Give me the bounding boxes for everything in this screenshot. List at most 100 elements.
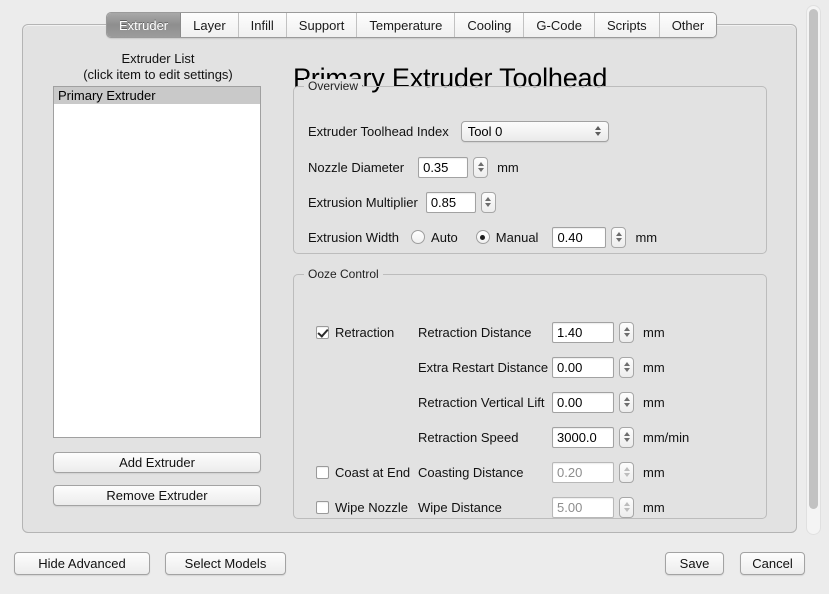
remove-extruder-label: Remove Extruder (106, 488, 208, 503)
wipe-nozzle-label: Wipe Nozzle (335, 499, 408, 515)
ooze-control-group: Ooze Control Retraction Retraction Dista… (293, 267, 767, 519)
tab-layer-label: Layer (193, 17, 226, 33)
list-item-label: Primary Extruder (58, 88, 156, 103)
extrusion-width-manual-radio[interactable] (475, 230, 490, 244)
hide-advanced-label: Hide Advanced (38, 556, 126, 571)
coast-at-end-checkbox[interactable] (316, 465, 329, 479)
coasting-distance-input[interactable]: 0.20 (552, 461, 614, 483)
extrusion-multiplier-stepper[interactable] (480, 191, 496, 213)
nozzle-diameter-label: Nozzle Diameter (308, 159, 405, 175)
add-extruder-button[interactable]: Add Extruder (53, 452, 261, 473)
save-button[interactable]: Save (665, 552, 724, 575)
retraction-speed-label: Retraction Speed (418, 429, 519, 445)
retraction-distance-stepper[interactable] (619, 321, 634, 343)
scrollbar-thumb[interactable] (809, 9, 818, 509)
nozzle-diameter-input[interactable]: 0.35 (418, 156, 469, 178)
extrusion-width-input[interactable]: 0.40 (552, 226, 607, 248)
toolhead-index-row: Extruder Toolhead Index Tool 0 (308, 120, 609, 142)
tab-gcode-label: G-Code (536, 17, 582, 33)
vertical-lift-label: Retraction Vertical Lift (418, 394, 545, 410)
retraction-distance-unit: mm (643, 324, 665, 340)
vertical-lift-stepper[interactable] (619, 391, 634, 413)
extrusion-width-stepper[interactable] (611, 226, 627, 248)
toolhead-index-value: Tool 0 (467, 123, 503, 139)
overview-group: Overview Extruder Toolhead Index Tool 0 … (293, 79, 767, 254)
tab-other[interactable]: Other (659, 13, 717, 37)
wipe-distance-row: Wipe Distance 5.00 mm (418, 496, 665, 518)
retraction-checkbox[interactable] (316, 325, 329, 339)
wipe-distance-input[interactable]: 5.00 (552, 496, 614, 518)
tab-other-label: Other (671, 17, 705, 33)
extrusion-width-unit: mm (635, 229, 658, 245)
cancel-button[interactable]: Cancel (740, 552, 805, 575)
tab-bar: Extruder Layer Infill Support Temperatur… (106, 12, 718, 38)
wipe-nozzle-checkbox[interactable] (316, 500, 329, 514)
overview-group-label: Overview (304, 79, 363, 93)
settings-panel: Extruder List (click item to edit settin… (22, 24, 797, 533)
add-extruder-label: Add Extruder (119, 455, 195, 470)
retraction-label: Retraction (335, 324, 395, 340)
coasting-distance-stepper[interactable] (619, 461, 634, 483)
select-models-label: Select Models (184, 556, 267, 571)
coast-at-end-label: Coast at End (335, 464, 411, 480)
remove-extruder-button[interactable]: Remove Extruder (53, 485, 261, 506)
extruder-list[interactable]: Primary Extruder (53, 86, 261, 438)
extrusion-width-auto-label: Auto (431, 229, 458, 245)
save-label: Save (679, 556, 710, 571)
tab-temperature[interactable]: Temperature (357, 13, 456, 37)
coasting-distance-label: Coasting Distance (418, 464, 524, 480)
retraction-speed-unit: mm/min (643, 429, 690, 445)
extra-restart-unit: mm (643, 359, 665, 375)
retraction-speed-row: Retraction Speed 3000.0 mm/min (418, 426, 689, 448)
nozzle-diameter-row: Nozzle Diameter 0.35 mm (308, 156, 519, 178)
tab-scripts[interactable]: Scripts (594, 13, 660, 37)
extruder-list-hint: (click item to edit settings) (83, 67, 233, 82)
extra-restart-row: Extra Restart Distance 0.00 mm (418, 356, 665, 378)
tab-gcode[interactable]: G-Code (524, 13, 595, 37)
toolhead-index-select[interactable]: Tool 0 (460, 120, 609, 142)
extrusion-multiplier-input[interactable]: 0.85 (425, 191, 476, 213)
tab-temperature-label: Temperature (369, 17, 443, 33)
hide-advanced-button[interactable]: Hide Advanced (14, 552, 150, 575)
extrusion-width-auto-radio[interactable] (411, 230, 426, 244)
list-item[interactable]: Primary Extruder (54, 87, 260, 104)
coast-at-end-row: Coast at End (316, 461, 410, 483)
tab-support[interactable]: Support (286, 13, 358, 37)
tab-extruder[interactable]: Extruder (107, 13, 182, 37)
wipe-distance-label: Wipe Distance (418, 499, 502, 515)
vertical-scrollbar[interactable] (806, 5, 821, 535)
tab-support-label: Support (298, 17, 345, 33)
tab-cooling[interactable]: Cooling (455, 13, 525, 37)
extrusion-width-label: Extrusion Width (308, 229, 400, 245)
extrusion-width-manual-label: Manual (495, 229, 539, 245)
vertical-lift-row: Retraction Vertical Lift 0.00 mm (418, 391, 665, 413)
vertical-lift-unit: mm (643, 394, 665, 410)
tab-extruder-label: Extruder (119, 17, 169, 33)
coasting-distance-row: Coasting Distance 0.20 mm (418, 461, 665, 483)
retraction-speed-input[interactable]: 3000.0 (552, 426, 614, 448)
extra-restart-stepper[interactable] (619, 356, 634, 378)
nozzle-diameter-stepper[interactable] (473, 156, 489, 178)
extrusion-multiplier-row: Extrusion Multiplier 0.85 (308, 191, 496, 213)
wipe-distance-unit: mm (643, 499, 665, 515)
application-window: Extruder List (click item to edit settin… (0, 0, 829, 594)
vertical-lift-input[interactable]: 0.00 (552, 391, 614, 413)
extra-restart-input[interactable]: 0.00 (552, 356, 614, 378)
extruder-list-title: Extruder List (121, 51, 195, 66)
ooze-control-group-label: Ooze Control (304, 267, 383, 281)
retraction-speed-stepper[interactable] (619, 426, 634, 448)
extrusion-width-row: Extrusion Width Auto Manual 0.40 mm (308, 226, 657, 248)
wipe-distance-stepper[interactable] (619, 496, 634, 518)
retraction-distance-input[interactable]: 1.40 (552, 321, 614, 343)
tab-infill[interactable]: Infill (238, 13, 287, 37)
extra-restart-label: Extra Restart Distance (418, 359, 549, 375)
retraction-distance-row: Retraction Distance 1.40 mm (418, 321, 665, 343)
toolhead-index-label: Extruder Toolhead Index (308, 123, 449, 139)
extrusion-multiplier-label: Extrusion Multiplier (308, 194, 418, 210)
chevron-updown-icon (594, 126, 601, 136)
tab-layer[interactable]: Layer (181, 13, 239, 37)
extruder-list-header: Extruder List (click item to edit settin… (53, 51, 263, 83)
select-models-button[interactable]: Select Models (165, 552, 286, 575)
retraction-distance-label: Retraction Distance (418, 324, 532, 340)
tab-scripts-label: Scripts (606, 17, 647, 33)
